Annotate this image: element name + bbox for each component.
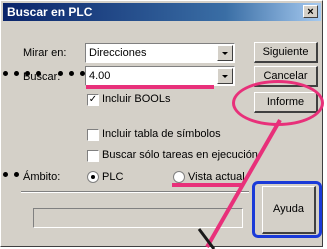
annotation-arrow-line <box>205 119 282 248</box>
annotation-arrow <box>197 119 282 249</box>
